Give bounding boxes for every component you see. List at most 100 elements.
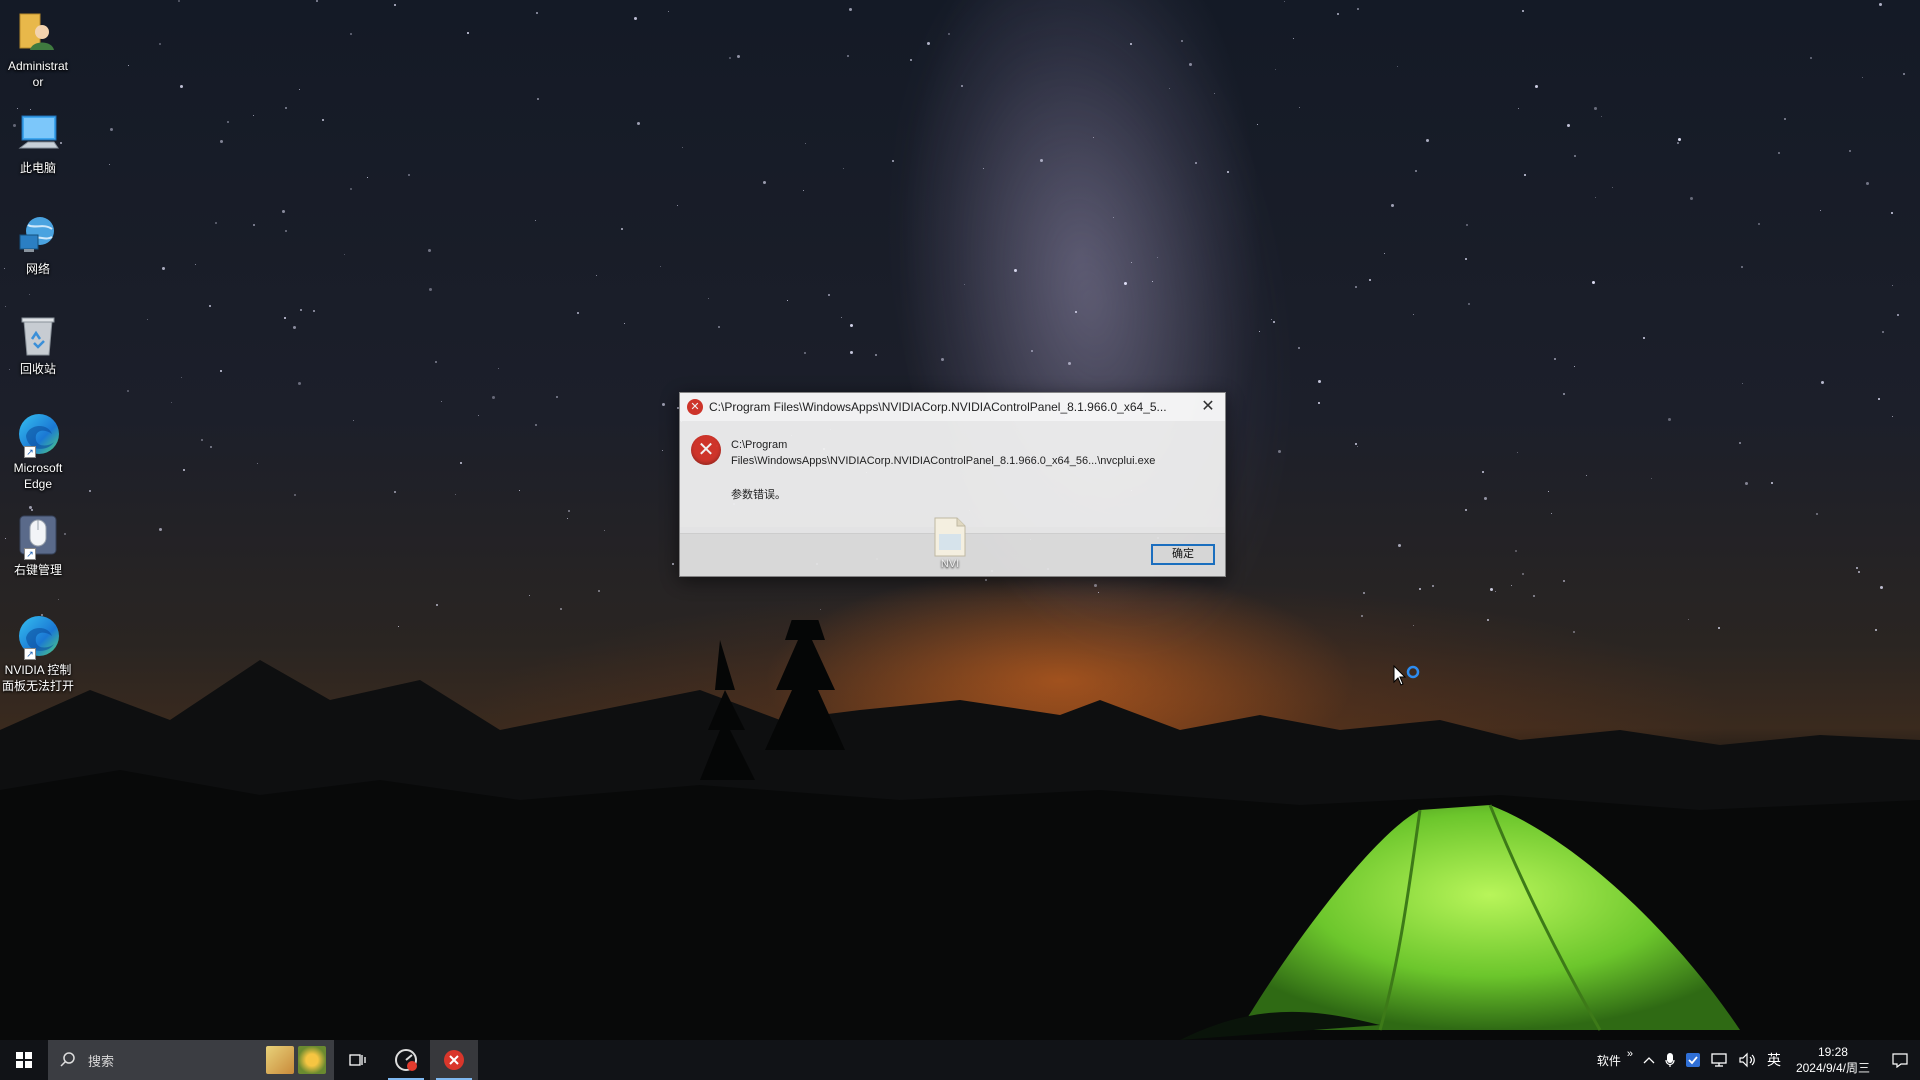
computer-icon <box>14 110 62 158</box>
star <box>1849 150 1851 152</box>
desktop-icon-right-click-manager[interactable]: ↗ 右键管理 <box>2 512 74 578</box>
star <box>847 55 849 57</box>
star <box>1677 142 1679 144</box>
star <box>1293 38 1294 39</box>
star <box>498 368 499 369</box>
search-highlight-icon <box>266 1046 294 1074</box>
star <box>1690 197 1693 200</box>
star <box>1554 358 1556 360</box>
star <box>1515 550 1517 552</box>
star <box>1601 116 1602 117</box>
star <box>1337 13 1339 15</box>
star <box>1093 137 1094 138</box>
star <box>729 57 731 59</box>
star <box>1113 217 1114 218</box>
star <box>787 300 788 301</box>
taskbar-app-error[interactable] <box>430 1040 478 1080</box>
star <box>1465 258 1467 260</box>
star <box>282 210 285 213</box>
microphone-tray-button[interactable] <box>1660 1040 1680 1080</box>
taskbar-search[interactable]: 搜索 <box>48 1040 334 1080</box>
taskbar: 搜索 软件 » 英 19:28 2024/9/4/周三 <box>0 1040 1920 1080</box>
star <box>1612 187 1613 188</box>
star <box>5 306 6 307</box>
star <box>58 599 59 600</box>
star <box>677 205 678 206</box>
star <box>1892 416 1893 417</box>
star <box>109 164 110 165</box>
star <box>1758 223 1760 225</box>
star <box>708 298 709 299</box>
star <box>159 43 161 45</box>
star <box>535 424 537 426</box>
taskbar-app-utility[interactable] <box>382 1040 430 1080</box>
show-hidden-icons-button[interactable] <box>1638 1040 1660 1080</box>
star <box>110 128 113 131</box>
star <box>227 121 229 123</box>
star <box>682 147 683 148</box>
task-view-icon <box>349 1054 366 1066</box>
star <box>1355 286 1357 288</box>
star <box>804 352 806 354</box>
tray-label[interactable]: 软件 » <box>1592 1040 1638 1080</box>
star <box>1879 3 1882 6</box>
star <box>1397 66 1398 67</box>
star <box>1563 580 1565 582</box>
star <box>1518 108 1519 109</box>
desktop-icon-administrator[interactable]: Administrat or <box>2 8 74 90</box>
desktop-icon-microsoft-edge[interactable]: ↗ Microsoft Edge <box>2 410 74 492</box>
star <box>805 143 806 144</box>
star <box>637 122 640 125</box>
star <box>875 354 877 356</box>
star <box>1678 138 1681 141</box>
star <box>1524 174 1526 176</box>
chevron-up-icon <box>1643 1057 1655 1064</box>
file-icon <box>934 517 966 557</box>
volume-tray-button[interactable] <box>1734 1040 1762 1080</box>
network-tray-button[interactable] <box>1706 1040 1734 1080</box>
start-button[interactable] <box>0 1040 48 1080</box>
star <box>1195 162 1197 164</box>
star <box>253 224 255 226</box>
dialog-titlebar[interactable]: ✕ C:\Program Files\WindowsApps\NVIDIACor… <box>680 393 1225 421</box>
shortcut-arrow-icon: ↗ <box>24 446 36 458</box>
star <box>1298 347 1300 349</box>
desktop-icon-this-pc[interactable]: 此电脑 <box>2 110 74 176</box>
desktop-icon-network[interactable]: 网络 <box>2 211 74 277</box>
clock[interactable]: 19:28 2024/9/4/周三 <box>1786 1044 1880 1076</box>
input-method-button[interactable]: 英 <box>1762 1040 1786 1080</box>
star <box>322 119 324 121</box>
star <box>1563 393 1565 395</box>
clock-time: 19:28 <box>1817 1045 1848 1059</box>
search-highlight-icon <box>298 1046 326 1074</box>
star <box>284 317 286 319</box>
security-tray-button[interactable] <box>1680 1040 1706 1080</box>
shortcut-arrow-icon: ↗ <box>24 548 36 560</box>
star <box>662 450 663 451</box>
star <box>763 181 766 184</box>
star <box>1318 380 1321 383</box>
network-icon <box>14 211 62 259</box>
star <box>624 323 625 324</box>
star <box>662 403 665 406</box>
desktop-icon-recycle-bin[interactable]: 回收站 <box>2 311 74 377</box>
star <box>577 312 579 314</box>
close-button[interactable]: ✕ <box>1191 393 1225 421</box>
mouse-icon: ↗ <box>14 512 62 560</box>
star <box>803 190 804 191</box>
star <box>1880 586 1883 589</box>
star <box>1595 197 1596 198</box>
task-view-button[interactable] <box>334 1040 382 1080</box>
star <box>1275 69 1276 70</box>
star <box>220 370 222 372</box>
notification-center-button[interactable] <box>1880 1040 1920 1080</box>
star <box>841 317 842 318</box>
star <box>598 590 600 592</box>
desktop-icon-nvidia-control-panel[interactable]: ↗ NVIDIA 控制面板无法打开 <box>2 612 74 694</box>
dragged-file[interactable]: NVI <box>932 516 968 576</box>
star <box>1903 73 1905 75</box>
ok-button[interactable]: 确定 <box>1151 544 1215 565</box>
star <box>537 98 539 100</box>
star <box>1892 285 1893 286</box>
star <box>300 309 302 311</box>
